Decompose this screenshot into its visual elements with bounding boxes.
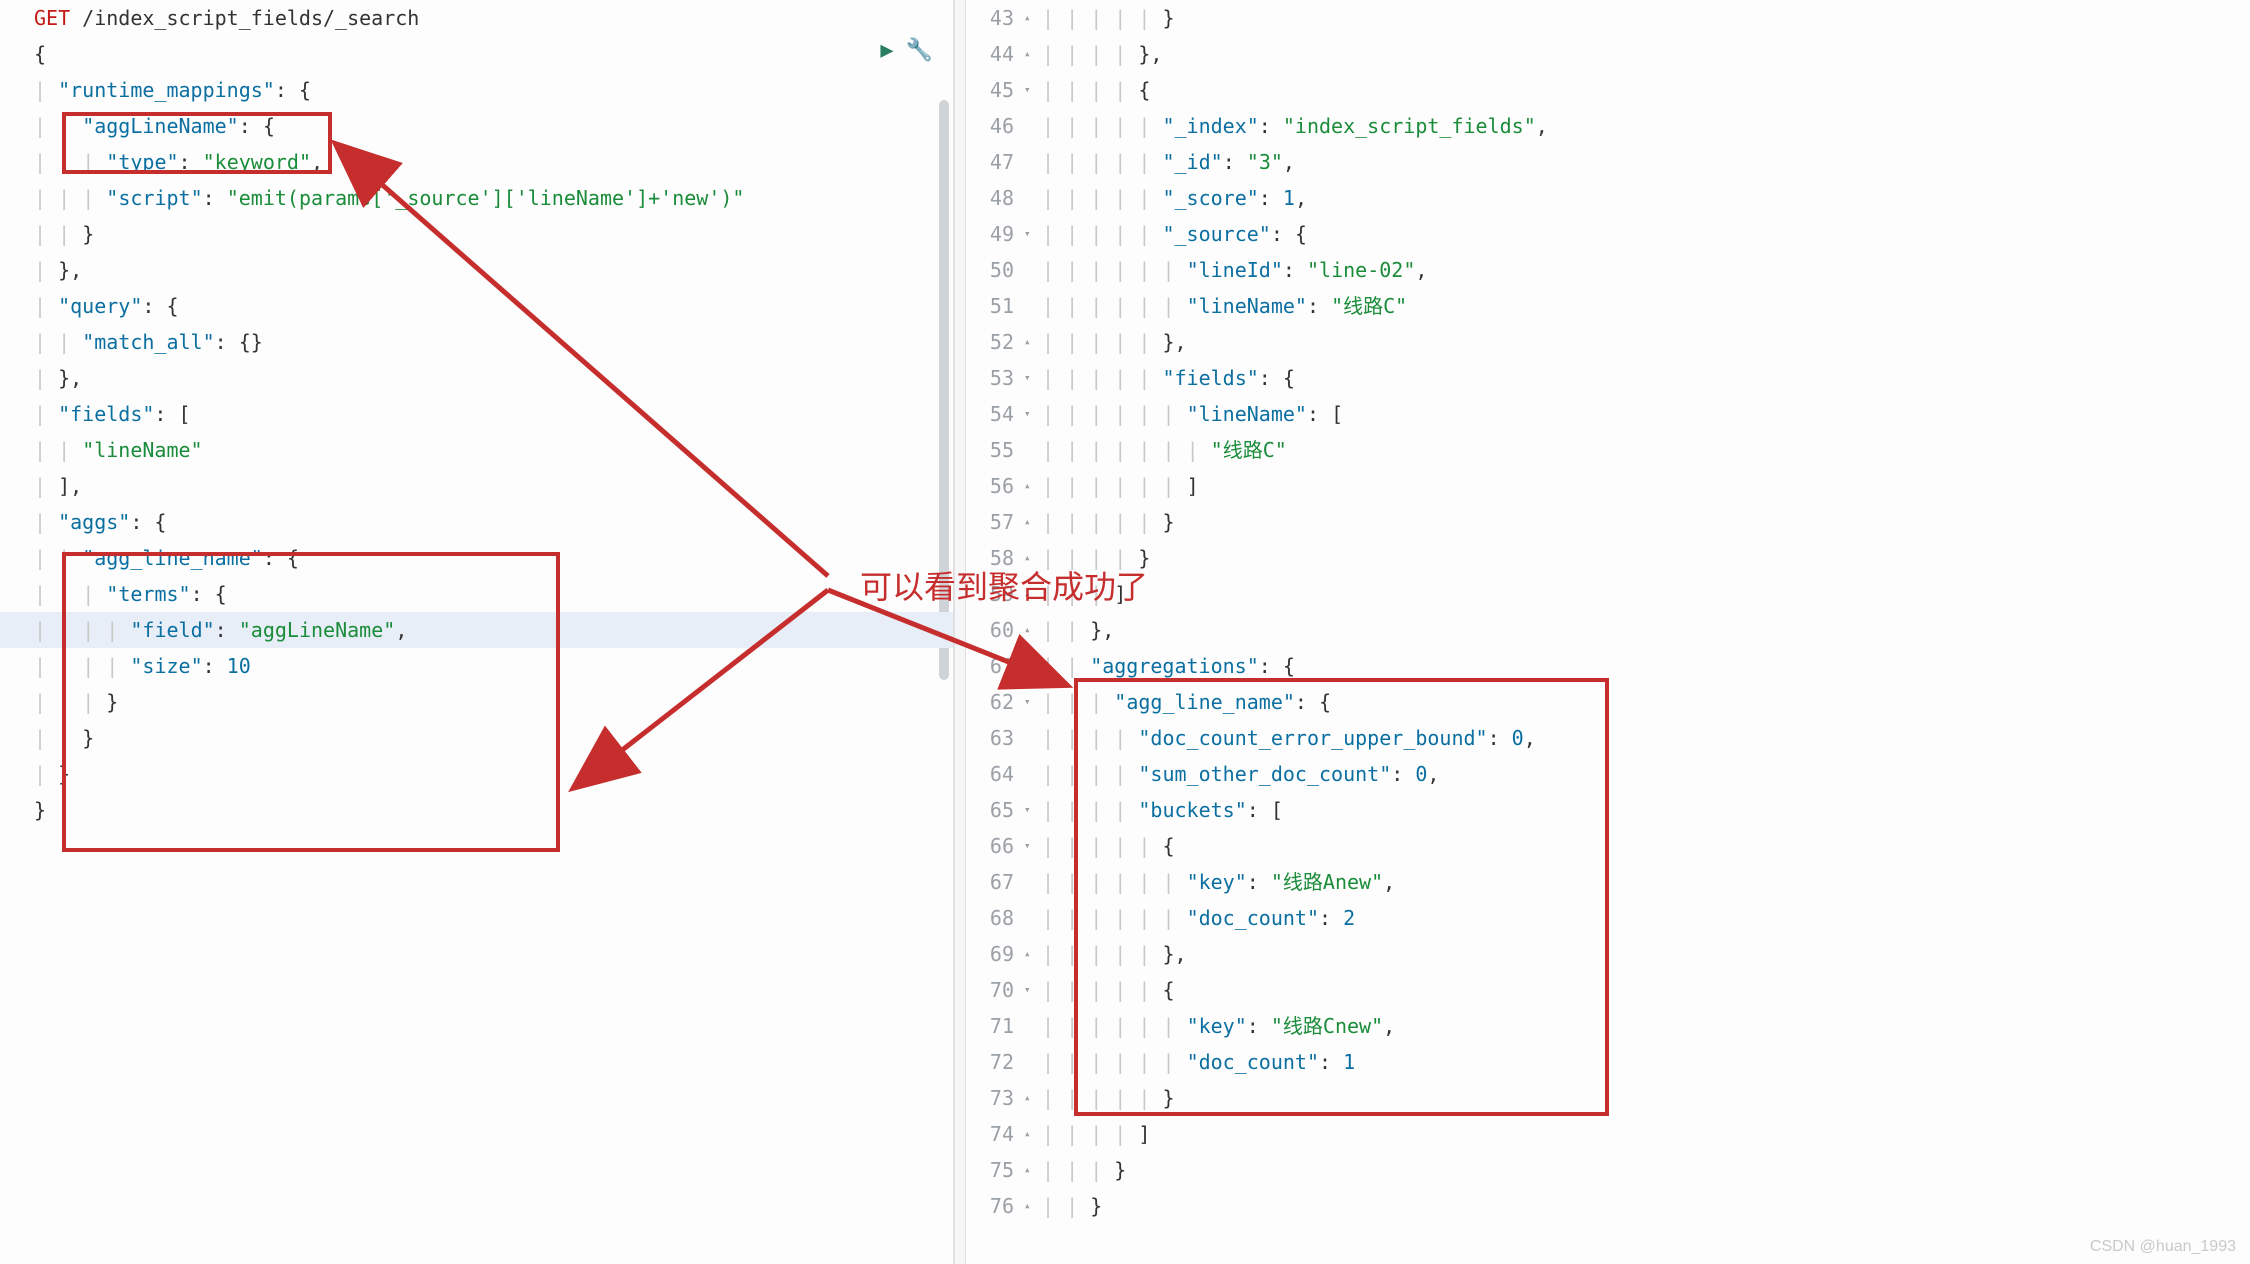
code-line[interactable]: 60▴| | },	[966, 612, 2250, 648]
request-line[interactable]: GET /index_script_fields/_search	[0, 0, 953, 36]
code-line[interactable]: 67| | | | | | "key": "线路Anew",	[966, 864, 2250, 900]
code-line[interactable]: 63| | | | "doc_count_error_upper_bound":…	[966, 720, 2250, 756]
code-line[interactable]: | "fields": [	[0, 396, 953, 432]
code-line[interactable]: 76▴| | }	[966, 1188, 2250, 1224]
code-line[interactable]: | | | "terms": {	[0, 576, 953, 612]
code-line[interactable]: 65▾| | | | "buckets": [	[966, 792, 2250, 828]
code-line[interactable]: 47| | | | | "_id": "3",	[966, 144, 2250, 180]
code-line[interactable]: 61▾| | "aggregations": {	[966, 648, 2250, 684]
code-line[interactable]: | | | "script": "emit(params['_source'][…	[0, 180, 953, 216]
code-line[interactable]: | | }	[0, 216, 953, 252]
code-line[interactable]: | },	[0, 252, 953, 288]
watermark: CSDN @huan_1993	[2090, 1238, 2236, 1256]
code-line[interactable]: 58▴| | | | }	[966, 540, 2250, 576]
editor-split-view: ▶ 🔧 GET /index_script_fields/_search{| "…	[0, 0, 2250, 1264]
request-panel: ▶ 🔧 GET /index_script_fields/_search{| "…	[0, 0, 954, 1264]
code-line[interactable]: | | | "type": "keyword",	[0, 144, 953, 180]
code-line[interactable]: | | | | "field": "aggLineName",	[0, 612, 953, 648]
code-line[interactable]: | "runtime_mappings": {	[0, 72, 953, 108]
code-line[interactable]: | "query": {	[0, 288, 953, 324]
code-line[interactable]: 49▾| | | | | "_source": {	[966, 216, 2250, 252]
code-line[interactable]: | },	[0, 360, 953, 396]
code-line[interactable]: 57▴| | | | | }	[966, 504, 2250, 540]
code-line[interactable]: | | "aggLineName": {	[0, 108, 953, 144]
panel-divider[interactable]: ⋮⋮	[954, 0, 966, 1264]
code-line[interactable]: 55| | | | | | | "线路C"	[966, 432, 2250, 468]
code-line[interactable]: 52▴| | | | | },	[966, 324, 2250, 360]
response-code[interactable]: 43▴| | | | | }44▴| | | | },45▾| | | | {4…	[966, 0, 2250, 1224]
code-line[interactable]: 71| | | | | | "key": "线路Cnew",	[966, 1008, 2250, 1044]
code-line[interactable]: }	[0, 792, 953, 828]
code-line[interactable]: 51| | | | | | "lineName": "线路C"	[966, 288, 2250, 324]
code-line[interactable]: 66▾| | | | | {	[966, 828, 2250, 864]
code-line[interactable]: | | | | "size": 10	[0, 648, 953, 684]
response-panel: 43▴| | | | | }44▴| | | | },45▾| | | | {4…	[966, 0, 2250, 1264]
code-line[interactable]: 43▴| | | | | }	[966, 0, 2250, 36]
code-line[interactable]: 46| | | | | "_index": "index_script_fiel…	[966, 108, 2250, 144]
code-line[interactable]: 54▾| | | | | | "lineName": [	[966, 396, 2250, 432]
request-code[interactable]: GET /index_script_fields/_search{| "runt…	[0, 0, 953, 828]
code-line[interactable]: 68| | | | | | "doc_count": 2	[966, 900, 2250, 936]
code-line[interactable]: | | "agg_line_name": {	[0, 540, 953, 576]
code-line[interactable]: 69▴| | | | | },	[966, 936, 2250, 972]
code-line[interactable]: | | "lineName"	[0, 432, 953, 468]
code-line[interactable]: 53▾| | | | | "fields": {	[966, 360, 2250, 396]
code-line[interactable]: | | }	[0, 720, 953, 756]
code-line[interactable]: 62▾| | | "agg_line_name": {	[966, 684, 2250, 720]
code-line[interactable]: 74▴| | | | ]	[966, 1116, 2250, 1152]
code-line[interactable]: 50| | | | | | "lineId": "line-02",	[966, 252, 2250, 288]
code-line[interactable]: 48| | | | | "_score": 1,	[966, 180, 2250, 216]
code-line[interactable]: | }	[0, 756, 953, 792]
code-line[interactable]: 44▴| | | | },	[966, 36, 2250, 72]
code-line[interactable]: | "aggs": {	[0, 504, 953, 540]
code-line[interactable]: | ],	[0, 468, 953, 504]
code-line[interactable]: 59▴| | | ]	[966, 576, 2250, 612]
code-line[interactable]: 70▾| | | | | {	[966, 972, 2250, 1008]
code-line[interactable]: 64| | | | "sum_other_doc_count": 0,	[966, 756, 2250, 792]
code-line[interactable]: 45▾| | | | {	[966, 72, 2250, 108]
code-line[interactable]: | | | }	[0, 684, 953, 720]
code-line[interactable]: 72| | | | | | "doc_count": 1	[966, 1044, 2250, 1080]
code-line[interactable]: {	[0, 36, 953, 72]
code-line[interactable]: 75▴| | | }	[966, 1152, 2250, 1188]
code-line[interactable]: 73▴| | | | | }	[966, 1080, 2250, 1116]
code-line[interactable]: | | "match_all": {}	[0, 324, 953, 360]
code-line[interactable]: 56▴| | | | | | ]	[966, 468, 2250, 504]
